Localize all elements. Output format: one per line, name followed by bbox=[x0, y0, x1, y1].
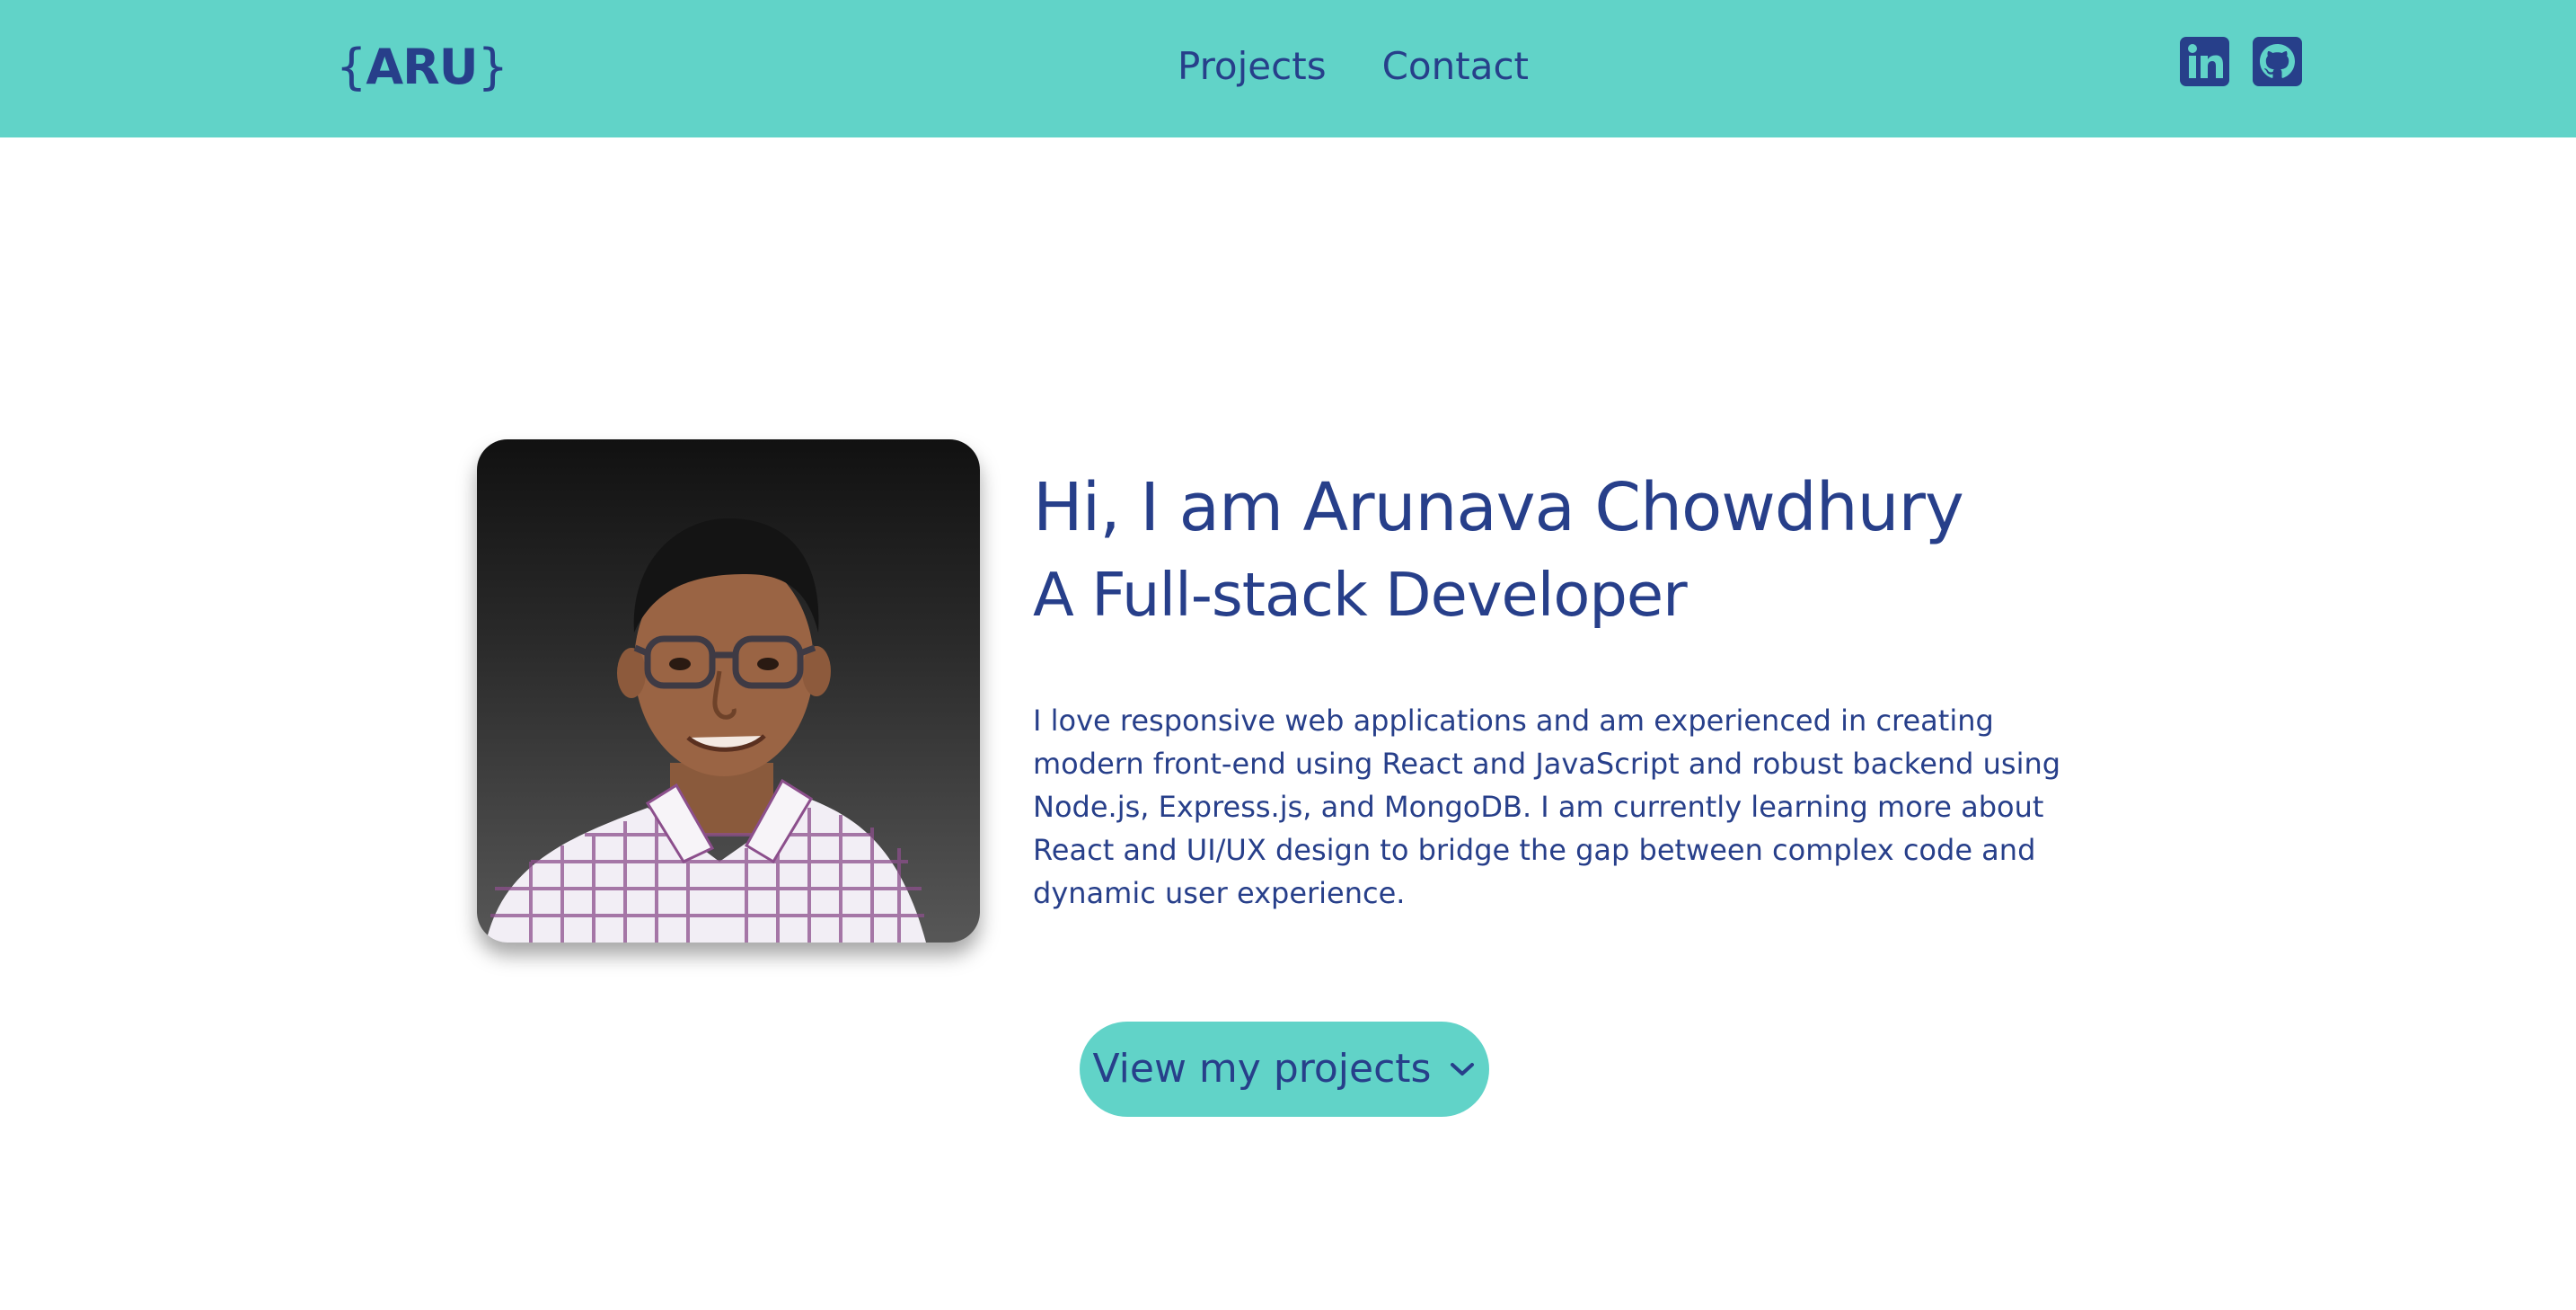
top-navbar: {ARU} Projects Contact bbox=[0, 0, 2576, 137]
view-projects-button[interactable]: View my projects bbox=[1080, 1022, 1489, 1117]
site-logo[interactable]: {ARU} bbox=[336, 38, 508, 97]
logo-text: ARU bbox=[366, 39, 478, 95]
linkedin-icon bbox=[2188, 44, 2223, 78]
hero-bio: I love responsive web applications and a… bbox=[1033, 704, 2061, 910]
profile-photo bbox=[477, 439, 980, 943]
portrait-illustration bbox=[486, 518, 926, 943]
hero-subheadline: A Full-stack Developer bbox=[1033, 560, 1688, 630]
github-icon bbox=[2260, 44, 2295, 78]
linkedin-link[interactable] bbox=[2180, 37, 2229, 86]
social-links bbox=[2180, 37, 2302, 86]
main-nav: Projects Contact bbox=[1178, 41, 1529, 92]
nav-link-projects[interactable]: Projects bbox=[1178, 41, 1327, 92]
nav-link-contact[interactable]: Contact bbox=[1382, 41, 1529, 92]
hero-headline: Hi, I am Arunava Chowdhury bbox=[1033, 469, 1964, 546]
logo-close-brace: } bbox=[477, 39, 508, 95]
logo-open-brace: { bbox=[336, 39, 366, 95]
chevron-down-icon bbox=[1451, 1063, 1475, 1075]
github-link[interactable] bbox=[2253, 37, 2302, 86]
view-projects-label: View my projects bbox=[1092, 1046, 1432, 1092]
